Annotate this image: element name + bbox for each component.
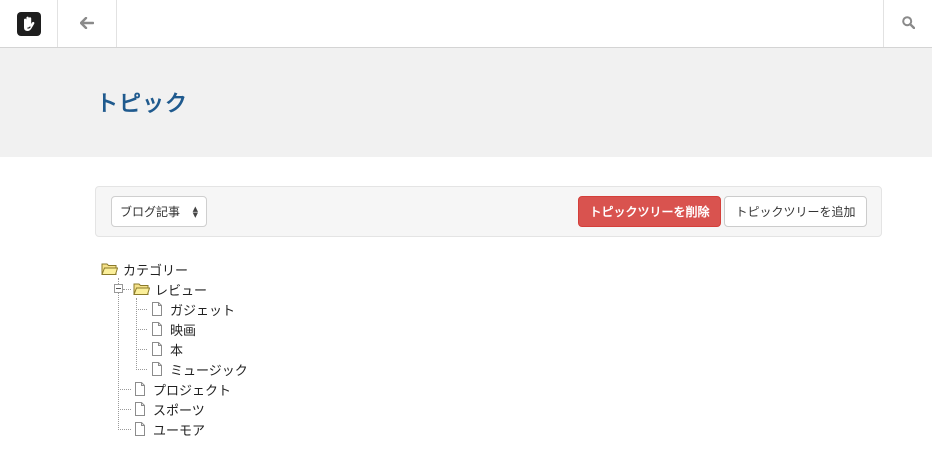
tree-node-label: ユーモア [153, 423, 206, 439]
tree-node-topic[interactable]: ガジェット [148, 299, 235, 319]
document-icon [148, 301, 165, 317]
tree-connector [118, 278, 119, 430]
tree-node-label: レビュー [155, 283, 208, 299]
tree-connector [118, 409, 131, 410]
document-icon [148, 341, 165, 357]
tree-node-label: プロジェクト [153, 383, 232, 399]
tree-node-label: ミュージック [170, 363, 248, 379]
tree-connector [118, 429, 131, 430]
tree-node-label: 本 [170, 343, 184, 359]
document-icon [131, 381, 148, 397]
folder-open-icon [133, 281, 150, 297]
tree-node-topic[interactable]: 本 [148, 339, 183, 359]
tree-node-topic[interactable]: 映画 [148, 319, 196, 339]
tree-node-topic[interactable]: ミュージック [148, 359, 248, 379]
tree-node-category[interactable]: レビュー [133, 279, 207, 299]
tree-node-label: 映画 [170, 323, 197, 339]
tree-node-label: カテゴリー [123, 263, 189, 279]
tree-connector [136, 309, 147, 310]
tree-node-topic[interactable]: スポーツ [131, 399, 205, 419]
folder-open-icon [101, 261, 118, 277]
tree-connector [136, 349, 147, 350]
tree-node-label: ガジェット [170, 303, 236, 319]
tree-connector [136, 329, 147, 330]
topic-tree: カテゴリー レビュー ガジェット 映画 本 ミュージック プロジェクト スポーツ… [0, 0, 932, 456]
tree-connector [123, 289, 131, 290]
tree-connector [136, 369, 147, 370]
document-icon [148, 361, 165, 377]
collapse-toggle[interactable] [114, 284, 123, 293]
document-icon [131, 421, 148, 437]
document-icon [131, 401, 148, 417]
tree-node-root[interactable]: カテゴリー [101, 259, 188, 279]
tree-node-topic[interactable]: プロジェクト [131, 379, 231, 399]
document-icon [148, 321, 165, 337]
tree-node-label: スポーツ [153, 403, 205, 419]
tree-node-topic[interactable]: ユーモア [131, 419, 205, 439]
tree-connector [118, 389, 131, 390]
